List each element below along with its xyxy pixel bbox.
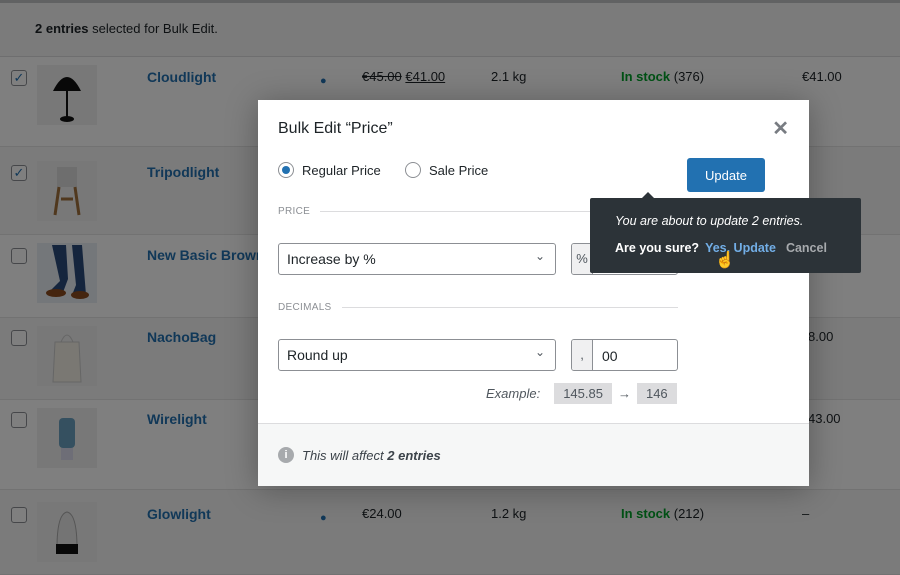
confirm-message: You are about to update 2 entries. xyxy=(615,214,804,228)
radio-regular-price[interactable]: Regular Price xyxy=(278,162,381,178)
radio-selected-icon[interactable] xyxy=(278,162,294,178)
confirm-question: Are you sure? xyxy=(615,241,700,255)
chevron-down-icon: ⌄ xyxy=(534,249,545,263)
decimals-input[interactable]: , 00 xyxy=(571,339,678,371)
cancel-link[interactable]: Cancel xyxy=(786,241,827,255)
rounding-example: Example: 145.85 → 146 xyxy=(486,383,677,404)
close-icon[interactable]: ✕ xyxy=(772,116,789,141)
update-button[interactable]: Update xyxy=(687,158,765,192)
chevron-down-icon: ⌄ xyxy=(534,345,545,359)
radio-sale-price[interactable]: Sale Price xyxy=(405,162,488,178)
decimals-section-header: DECIMALS xyxy=(278,302,678,313)
divider xyxy=(341,307,678,308)
rounding-select[interactable]: Round up ⌄ xyxy=(278,339,556,371)
arrow-right-icon: → xyxy=(617,386,631,401)
modal-title: Bulk Edit “Price” xyxy=(278,120,393,137)
affect-text: This will affect 2 entries xyxy=(302,447,441,463)
radio-icon[interactable] xyxy=(405,162,421,178)
modal-footer: i This will affect 2 entries xyxy=(258,423,809,486)
bulk-edit-modal: Bulk Edit “Price” ✕ Regular Price Sale P… xyxy=(258,100,809,486)
hand-cursor-icon: ☝ xyxy=(715,252,735,269)
info-icon: i xyxy=(278,447,294,463)
price-mode-select[interactable]: Increase by % ⌄ xyxy=(278,243,556,275)
